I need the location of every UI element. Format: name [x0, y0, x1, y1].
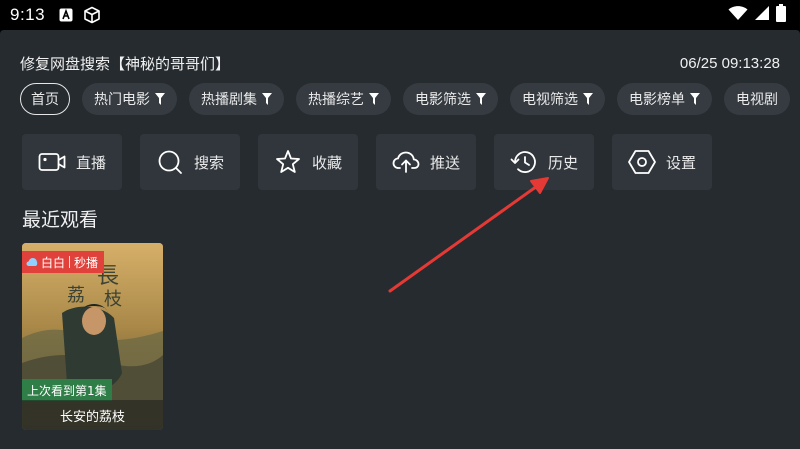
cloud-icon — [26, 257, 38, 267]
signal-icon — [754, 5, 770, 25]
tab-movie-ranking[interactable]: 电影榜单 — [617, 83, 712, 115]
search-button[interactable]: 搜索 — [140, 134, 240, 190]
header-datetime: 06/25 09:13:28 — [679, 54, 780, 72]
filter-icon — [155, 93, 165, 105]
filter-icon — [476, 93, 486, 105]
cloud-upload-icon — [392, 148, 420, 176]
search-icon — [156, 148, 184, 176]
watch-progress-label: 上次看到第1集 — [22, 379, 112, 401]
wifi-icon — [728, 5, 748, 25]
a-letter-icon — [59, 8, 73, 22]
page-title: 修复网盘搜索【神秘的哥哥们】 — [20, 54, 231, 73]
svg-text:枝: 枝 — [104, 289, 122, 310]
star-icon — [274, 148, 302, 176]
tab-hot-movies[interactable]: 热门电影 — [82, 83, 177, 115]
cube-icon — [83, 6, 101, 24]
live-button[interactable]: 直播 — [22, 134, 122, 190]
settings-hexagon-icon — [628, 148, 656, 176]
source-badge: 白白 秒播 — [22, 251, 105, 273]
settings-button[interactable]: 设置 — [612, 134, 712, 190]
app-window: 修复网盘搜索【神秘的哥哥们】 06/25 09:13:28 首页 热门电影 热播… — [0, 30, 800, 449]
filter-icon — [262, 93, 272, 105]
filter-icon — [369, 93, 379, 105]
tab-tv-filter[interactable]: 电视筛选 — [510, 83, 605, 115]
category-tabs: 首页 热门电影 热播剧集 热播综艺 电影筛选 电视筛选 电影榜单 电视剧 — [20, 83, 790, 115]
status-bar: 9:13 — [0, 0, 800, 30]
push-button[interactable]: 推送 — [376, 134, 476, 190]
tab-hot-series[interactable]: 热播剧集 — [189, 83, 284, 115]
filter-icon — [583, 93, 593, 105]
quick-actions: 直播 搜索 收藏 推送 历史 设置 — [22, 134, 712, 190]
history-button[interactable]: 历史 — [494, 134, 594, 190]
filter-icon — [690, 93, 700, 105]
next-section-peek — [22, 442, 82, 449]
tab-movie-filter[interactable]: 电影筛选 — [403, 83, 498, 115]
video-camera-icon — [38, 148, 66, 176]
history-icon — [510, 148, 538, 176]
tab-hot-variety[interactable]: 热播综艺 — [296, 83, 391, 115]
tab-tv-series[interactable]: 电视剧 — [724, 83, 790, 115]
favorites-button[interactable]: 收藏 — [258, 134, 358, 190]
section-title-recent: 最近观看 — [22, 209, 99, 231]
recent-item-card[interactable]: 長 荔 枝 白白 秒播 上次看到第1集 长安的荔枝 — [22, 243, 163, 430]
svg-text:荔: 荔 — [67, 285, 85, 306]
status-time: 9:13 — [10, 5, 46, 24]
header: 修复网盘搜索【神秘的哥哥们】 06/25 09:13:28 — [20, 52, 780, 74]
item-title: 长安的荔枝 — [22, 400, 163, 430]
tab-home[interactable]: 首页 — [20, 83, 70, 115]
battery-icon — [776, 4, 786, 26]
